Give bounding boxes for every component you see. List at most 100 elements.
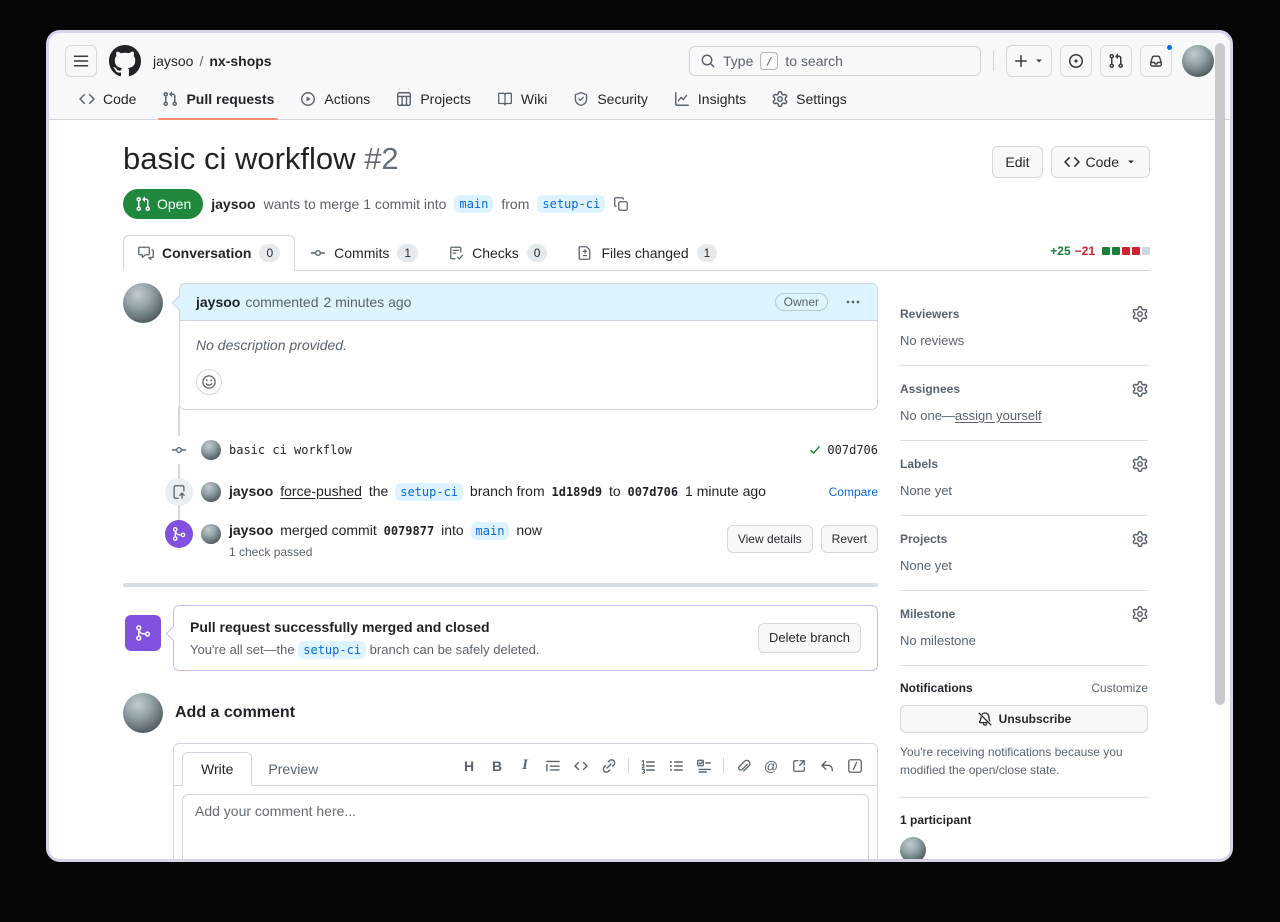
checks-status[interactable]: 1 check passed (229, 545, 545, 559)
scrollbar[interactable] (1215, 43, 1225, 705)
saved-replies-button[interactable] (813, 753, 841, 779)
reviewers-gear-button[interactable] (1132, 306, 1148, 322)
nav-tab-actions[interactable]: Actions (290, 81, 380, 119)
timeline-divider (123, 583, 878, 587)
attach-file-button[interactable] (729, 753, 757, 779)
code-button[interactable] (567, 753, 595, 779)
tab-conversation[interactable]: Conversation 0 (123, 235, 295, 271)
cross-reference-icon (791, 758, 807, 774)
avatar[interactable] (201, 482, 221, 502)
hamburger-menu-button[interactable] (65, 45, 97, 77)
quote-button[interactable] (539, 753, 567, 779)
avatar[interactable] (201, 524, 221, 544)
diffstat: +25 −21 (1050, 244, 1150, 270)
numbered-list-button[interactable] (634, 753, 662, 779)
nav-tab-wiki[interactable]: Wiki (487, 81, 557, 119)
revert-button[interactable]: Revert (821, 525, 878, 553)
comment-textarea[interactable] (182, 794, 869, 862)
milestone-body: No milestone (900, 633, 1148, 648)
tab-commits[interactable]: Commits 1 (295, 235, 433, 271)
view-details-button[interactable]: View details (727, 525, 813, 553)
link-button[interactable] (595, 753, 623, 779)
user-avatar[interactable] (1182, 45, 1214, 77)
assignees-body: No one— (900, 408, 955, 423)
nav-tab-settings[interactable]: Settings (762, 81, 857, 119)
commit-sha[interactable]: 007d706 (827, 443, 878, 457)
breadcrumb-repo[interactable]: nx-shops (209, 53, 271, 69)
force-pushed-label[interactable]: force-pushed (280, 483, 362, 499)
base-branch-chip[interactable]: main (454, 195, 493, 213)
head-branch-chip[interactable]: setup-ci (298, 641, 366, 659)
participant-avatar[interactable] (900, 837, 926, 862)
unsubscribe-button[interactable]: Unsubscribe (900, 705, 1148, 733)
tab-checks[interactable]: Checks 0 (433, 235, 562, 271)
customize-link[interactable]: Customize (1091, 681, 1148, 695)
tab-files-changed[interactable]: Files changed 1 (562, 235, 732, 271)
bullet-list-button[interactable] (662, 753, 690, 779)
head-branch-chip[interactable]: setup-ci (395, 483, 463, 501)
code-dropdown-button[interactable]: Code (1051, 146, 1150, 178)
new-commit-sha[interactable]: 007d706 (628, 485, 679, 499)
avatar[interactable] (123, 283, 163, 323)
slash-commands-button[interactable] (841, 753, 869, 779)
milestone-gear-button[interactable] (1132, 606, 1148, 622)
edit-button[interactable]: Edit (992, 146, 1042, 178)
nav-tab-label: Code (103, 91, 136, 107)
caret-down-icon (1125, 156, 1137, 168)
copy-branch-button[interactable] (613, 196, 629, 212)
pull-requests-button[interactable] (1100, 45, 1132, 77)
nav-tab-projects[interactable]: Projects (386, 81, 481, 119)
tab-count: 1 (697, 244, 718, 262)
pr-tabs: Conversation 0 Commits 1 Checks 0 Files … (123, 235, 1150, 271)
avatar[interactable] (123, 693, 163, 733)
write-tab[interactable]: Write (182, 752, 252, 786)
event-timestamp[interactable]: now (516, 522, 542, 538)
list-unordered-icon (668, 758, 684, 774)
issues-button[interactable] (1060, 45, 1092, 77)
breadcrumb-owner[interactable]: jaysoo (153, 53, 193, 69)
event-author[interactable]: jaysoo (229, 483, 273, 499)
mention-button[interactable]: @ (757, 753, 785, 779)
inbox-button[interactable] (1140, 45, 1172, 77)
heading-button[interactable]: H (455, 753, 483, 779)
tab-count: 0 (259, 244, 280, 262)
event-timestamp[interactable]: 1 minute ago (685, 483, 766, 499)
search-input[interactable]: Type / to search (689, 46, 981, 76)
avatar[interactable] (201, 440, 221, 460)
github-logo-icon[interactable] (109, 45, 141, 77)
nav-tab-security[interactable]: Security (563, 81, 658, 119)
search-placeholder-type: Type (723, 53, 753, 69)
task-list-button[interactable] (690, 753, 718, 779)
add-reaction-button[interactable] (196, 369, 222, 395)
merged-commit-sha[interactable]: 0079877 (384, 524, 435, 538)
create-new-button[interactable] (1006, 45, 1052, 77)
base-branch-chip[interactable]: main (471, 522, 510, 540)
comment-timestamp[interactable]: 2 minutes ago (324, 294, 412, 310)
comment-menu-button[interactable] (845, 294, 861, 310)
labels-gear-button[interactable] (1132, 456, 1148, 472)
projects-gear-button[interactable] (1132, 531, 1148, 547)
delete-branch-button[interactable]: Delete branch (758, 623, 861, 653)
git-pull-request-icon (135, 196, 151, 212)
nav-tab-insights[interactable]: Insights (664, 81, 756, 119)
italic-button[interactable]: I (511, 753, 539, 779)
git-pull-request-icon (1108, 53, 1124, 69)
bold-button[interactable]: B (483, 753, 511, 779)
pr-author[interactable]: jaysoo (211, 196, 255, 212)
preview-tab[interactable]: Preview (252, 753, 334, 785)
comment-author[interactable]: jaysoo (196, 294, 240, 310)
old-commit-sha[interactable]: 1d189d9 (552, 485, 603, 499)
head-branch-chip[interactable]: setup-ci (537, 195, 605, 213)
nav-tab-pull-requests[interactable]: Pull requests (152, 81, 284, 119)
nav-tab-label: Pull requests (186, 91, 274, 107)
event-author[interactable]: jaysoo (229, 522, 273, 538)
graph-icon (674, 91, 690, 107)
commit-message[interactable]: basic ci workflow (229, 443, 352, 457)
compare-link[interactable]: Compare (829, 485, 878, 499)
toolbar-divider (723, 758, 724, 774)
cross-reference-button[interactable] (785, 753, 813, 779)
list-ordered-icon (640, 758, 656, 774)
nav-tab-code[interactable]: Code (69, 81, 146, 119)
assign-yourself-link[interactable]: assign yourself (955, 408, 1042, 423)
assignees-gear-button[interactable] (1132, 381, 1148, 397)
